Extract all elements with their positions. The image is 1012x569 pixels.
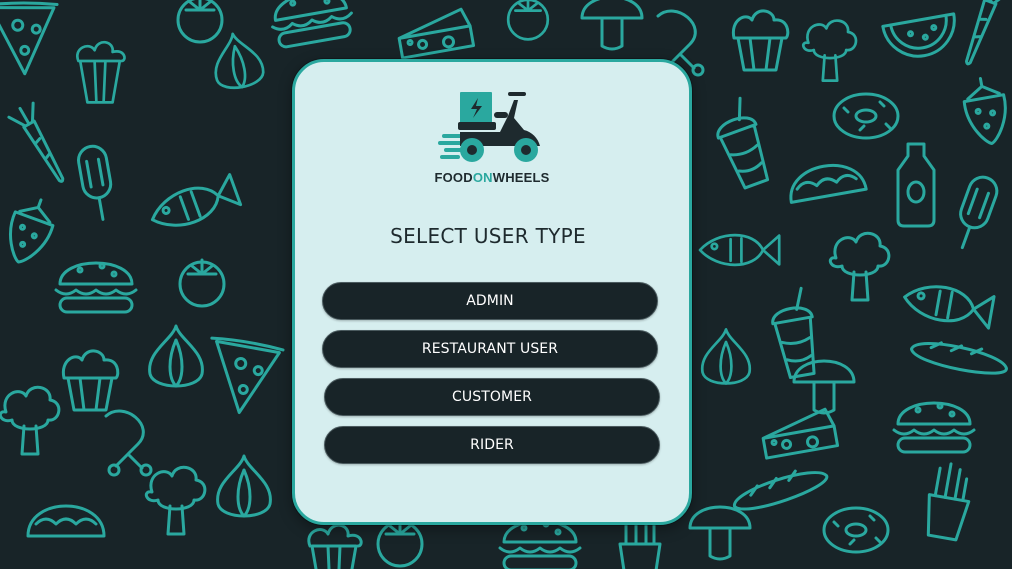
restaurant-user-button[interactable]: RESTAURANT USER — [322, 330, 658, 368]
rider-button[interactable]: RIDER — [324, 426, 660, 464]
delivery-scooter-icon — [438, 92, 540, 162]
select-user-type-heading: SELECT USER TYPE — [390, 224, 586, 248]
logo-word-food: FOOD — [434, 170, 473, 185]
admin-button[interactable]: ADMIN — [322, 282, 658, 320]
logo-word-on: ON — [472, 170, 493, 185]
food-on-wheels-logo: FOODONWHEELS — [426, 86, 558, 190]
logo-wordmark: FOODONWHEELS — [426, 170, 558, 185]
logo-word-wheels: WHEELS — [492, 170, 550, 185]
customer-button[interactable]: CUSTOMER — [324, 378, 660, 416]
